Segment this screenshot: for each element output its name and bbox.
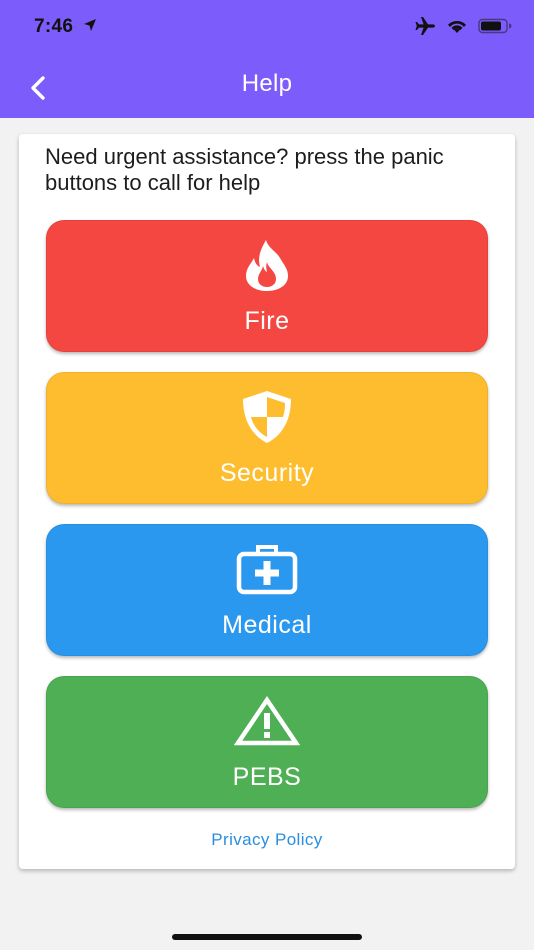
fire-icon-wrap (47, 237, 487, 293)
medical-button[interactable]: Medical (46, 524, 488, 656)
flame-icon (246, 240, 288, 291)
medical-label: Medical (222, 611, 312, 639)
medical-icon-wrap (47, 541, 487, 597)
location-arrow-icon (83, 19, 96, 31)
pebs-button[interactable]: PEBS (46, 676, 488, 808)
app-bar: Help (0, 56, 534, 118)
wifi-icon (448, 20, 466, 33)
intro-text: Need urgent assistance? press the panic … (45, 144, 444, 195)
help-card: Need urgent assistance? press the panic … (19, 134, 515, 869)
warning-triangle-icon (234, 696, 300, 746)
status-time-text: 7:46 (34, 16, 74, 37)
battery-icon (478, 18, 512, 34)
shield-icon (243, 391, 291, 443)
page-title: Help (241, 70, 293, 97)
fire-button[interactable]: Fire (46, 220, 488, 352)
fire-label: Fire (244, 307, 290, 335)
medical-kit-icon (236, 545, 298, 595)
status-icons (414, 16, 512, 36)
security-label: Security (219, 459, 315, 487)
airplane-icon (415, 17, 435, 35)
security-button[interactable]: Security (46, 372, 488, 504)
pebs-label: PEBS (232, 763, 302, 791)
privacy-policy-link[interactable]: Privacy Policy (19, 830, 515, 850)
pebs-icon-wrap (47, 693, 487, 749)
home-indicator[interactable] (172, 934, 362, 940)
status-bar: 7:46 (0, 0, 534, 56)
security-icon-wrap (47, 389, 487, 445)
status-time: 7:46 (34, 16, 97, 38)
